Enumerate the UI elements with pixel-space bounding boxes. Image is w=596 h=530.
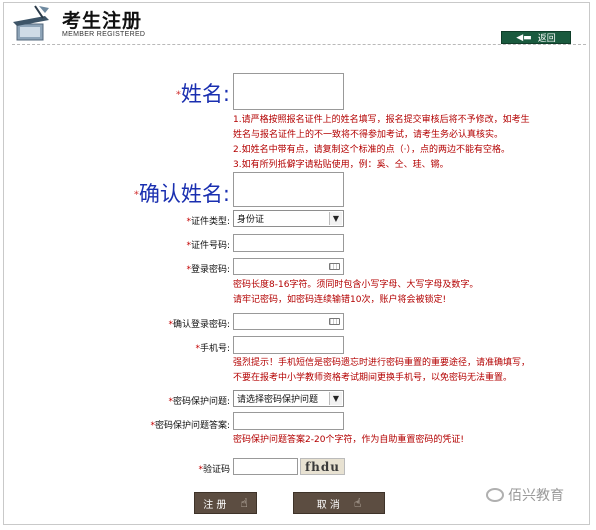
name-input[interactable]: [233, 73, 344, 110]
phone-note-line: 不要在报考中小学教师资格考试期间更换手机号，以免密码无法重置。: [233, 373, 513, 383]
name-note-line: 2.如姓名中带有点，请复制这个标准的点（·），点的两边不能有空格。: [233, 145, 510, 155]
watermark: 佰兴教育: [486, 485, 564, 505]
cancel-button[interactable]: 取 消 ☝: [293, 492, 385, 514]
keyboard-icon[interactable]: [329, 318, 340, 325]
name-label-row: *姓名:: [150, 78, 230, 108]
password-notes: 密码长度8-16字符。须同时包含小写字母、大写字母及数字。 请牢记密码，如密码连…: [233, 278, 573, 308]
name-note-line: 姓名与报名证件上的不一致将不得参加考试，请考生务必认真核实。: [233, 130, 504, 140]
id-type-value: 身份证: [237, 215, 265, 225]
id-type-select[interactable]: 身份证 ▼: [233, 210, 344, 227]
password-label: 登录密码:: [190, 265, 230, 275]
pointer-hand-icon: ☝: [240, 496, 248, 510]
confirm-password-input[interactable]: [233, 313, 344, 330]
chevron-down-icon: ▼: [329, 212, 342, 225]
security-answer-input[interactable]: [233, 412, 344, 430]
page-subtitle: MEMBER REGISTERED: [62, 31, 146, 38]
back-arrow-icon: ◀▬: [516, 32, 532, 43]
question-label: 密码保护问题:: [172, 397, 230, 407]
phone-input[interactable]: [233, 336, 344, 354]
submit-button[interactable]: 注 册 ☝: [194, 492, 257, 514]
password-label-row: *登录密码:: [150, 262, 230, 275]
id-number-label-row: *证件号码:: [150, 238, 230, 251]
logo-icon: [13, 5, 49, 41]
captcha-label-row: *验证码: [170, 462, 230, 475]
pointer-hand-icon: ☝: [353, 496, 362, 510]
password-note-line: 请牢记密码，如密码连续输错10次，账户将会被锁定!: [233, 295, 447, 305]
wechat-icon: [486, 488, 504, 502]
name-notes: 1.请严格按照报名证件上的姓名填写，报名提交审核后将不予修改，如考生 姓名与报名…: [233, 113, 563, 173]
answer-note: 密码保护问题答案2-20个字符，作为自助重置密码的凭证!: [233, 435, 465, 445]
name-note-line: 3.如有所列抵僻字请粘贴使用，例：奚、仝、珪、锵。: [233, 160, 449, 170]
header-divider: [12, 44, 586, 45]
phone-label-row: *手机号:: [150, 341, 230, 354]
back-button-label: 返回: [537, 34, 556, 44]
watermark-text: 佰兴教育: [508, 488, 564, 504]
id-number-label: 证件号码:: [190, 241, 230, 251]
password-input[interactable]: [233, 258, 344, 275]
name-note-line: 1.请严格按照报名证件上的姓名填写，报名提交审核后将不予修改，如考生: [233, 115, 530, 125]
security-question-select[interactable]: 请选择密码保护问题 ▼: [233, 390, 344, 407]
cancel-button-label: 取 消: [316, 499, 340, 511]
answer-label: 密码保护问题答案:: [154, 421, 230, 431]
confirm-password-label-row: *确认登录密码:: [140, 317, 230, 330]
confirm-password-label: 确认登录密码:: [172, 320, 230, 330]
id-type-label: 证件类型:: [190, 217, 230, 227]
phone-notes: 强烈提示！手机短信是密码遗忘时进行密码重置的重要途径，请准确填写， 不要在报考中…: [233, 356, 573, 386]
id-type-label-row: *证件类型:: [150, 214, 230, 227]
confirm-name-input[interactable]: [233, 172, 344, 207]
confirm-name-label: 确认姓名:: [138, 182, 230, 206]
confirm-name-label-row: *确认姓名:: [110, 178, 230, 208]
question-label-row: *密码保护问题:: [140, 394, 230, 407]
back-button[interactable]: ◀▬ 返回: [501, 31, 571, 44]
phone-label: 手机号:: [199, 344, 230, 354]
captcha-input[interactable]: [233, 458, 298, 475]
page-title: 考生注册: [62, 10, 143, 32]
captcha-label: 验证码: [202, 465, 230, 475]
keyboard-icon[interactable]: [329, 263, 340, 270]
chevron-down-icon: ▼: [329, 392, 342, 405]
name-label: 姓名:: [180, 82, 230, 106]
answer-label-row: *密码保护问题答案:: [120, 418, 230, 431]
phone-note-line: 强烈提示！手机短信是密码遗忘时进行密码重置的重要途径，请准确填写，: [233, 358, 531, 368]
security-question-value: 请选择密码保护问题: [237, 395, 319, 405]
id-number-input[interactable]: [233, 234, 344, 252]
captcha-image[interactable]: fhdu: [300, 458, 345, 475]
password-note-line: 密码长度8-16字符。须同时包含小写字母、大写字母及数字。: [233, 280, 479, 290]
submit-button-label: 注 册: [203, 499, 227, 511]
